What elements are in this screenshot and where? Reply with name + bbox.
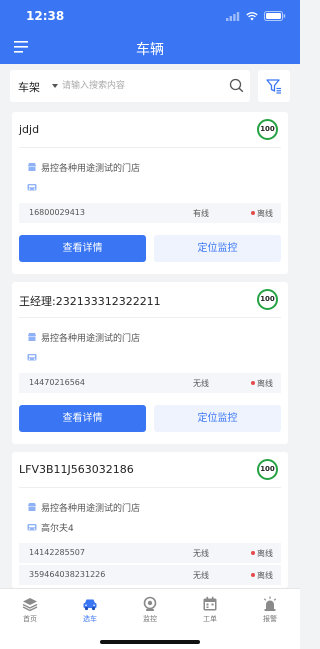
device-connection: 有线 <box>193 209 209 218</box>
car-icon <box>83 599 97 611</box>
device-connection: 无线 <box>193 571 209 580</box>
layers-icon <box>22 598 38 612</box>
device-row: 16800029413 有线 离线 <box>19 203 281 223</box>
status-dot <box>251 380 255 385</box>
battery-icon <box>264 11 286 21</box>
plate-line <box>27 180 41 194</box>
status-text: 离线 <box>257 549 273 558</box>
filter-button[interactable] <box>258 70 290 102</box>
tab-label: 监控 <box>143 615 157 623</box>
tab-alarm[interactable]: 报警 <box>240 589 300 629</box>
status-dot <box>251 572 255 577</box>
nav-bar: 车辆 <box>0 32 300 64</box>
calendar-icon <box>203 596 217 611</box>
divider <box>19 487 281 488</box>
tab-select-car[interactable]: 选车 <box>60 589 120 629</box>
wifi-icon <box>246 11 258 20</box>
store-name: 易控各种用途测试的门店 <box>41 163 141 174</box>
search-input[interactable] <box>62 74 222 98</box>
store-line: 易控各种用途测试的门店 <box>27 160 140 174</box>
tab-home[interactable]: 首页 <box>0 589 60 629</box>
score-badge: 100 <box>257 119 278 140</box>
device-status: 离线 <box>251 378 273 389</box>
view-details-button[interactable]: 查看详情 <box>19 405 146 432</box>
status-dot <box>251 550 255 555</box>
locate-monitor-button[interactable]: 定位监控 <box>154 235 281 262</box>
vehicle-title: 王经理:232133312322211 <box>19 295 161 308</box>
search-box: 车架 <box>10 70 250 102</box>
tab-monitor[interactable]: 监控 <box>120 589 180 629</box>
store-name: 易控各种用途测试的门店 <box>41 333 141 344</box>
filter-icon <box>266 79 281 94</box>
status-time: 12:38 <box>26 9 65 23</box>
locate-monitor-button[interactable]: 定位监控 <box>154 405 281 432</box>
status-bar: 12:38 <box>0 0 300 32</box>
car-icon <box>27 524 37 531</box>
device-id: 14142285507 <box>29 548 85 557</box>
store-line: 易控各种用途测试的门店 <box>27 500 140 514</box>
search-icon[interactable] <box>229 78 244 93</box>
vehicle-card[interactable]: LFV3B11J563032186 100 易控各种用途测试的门店 高尔夫4 1… <box>12 452 288 588</box>
status-icons <box>226 11 286 21</box>
device-row: 14470216564 无线 离线 <box>19 373 281 393</box>
home-indicator <box>100 640 200 644</box>
device-id: 359464038231226 <box>29 570 106 579</box>
device-status: 离线 <box>251 208 273 219</box>
tab-label: 首页 <box>23 615 37 623</box>
divider <box>19 147 281 148</box>
score-badge: 100 <box>257 289 278 310</box>
device-id: 16800029413 <box>29 208 85 217</box>
plate-text: 高尔夫4 <box>41 523 74 534</box>
device-row: 14142285507 无线 离线 <box>19 543 281 563</box>
tab-work-order[interactable]: 工单 <box>180 589 240 629</box>
camera-icon <box>143 596 157 611</box>
device-id: 14470216564 <box>29 378 85 387</box>
tab-label: 工单 <box>203 615 217 623</box>
vehicle-title: jdjd <box>19 123 40 136</box>
page-title: 车辆 <box>136 42 164 58</box>
score-badge: 100 <box>257 459 278 480</box>
car-icon <box>27 184 37 191</box>
car-icon <box>27 354 37 361</box>
device-connection: 无线 <box>193 379 209 388</box>
chevron-down-icon[interactable] <box>52 84 58 88</box>
device-connection: 无线 <box>193 549 209 558</box>
store-line: 易控各种用途测试的门店 <box>27 330 140 344</box>
device-status: 离线 <box>251 548 273 559</box>
store-icon <box>28 163 36 171</box>
search-type-select[interactable]: 车架 <box>18 79 40 95</box>
vehicle-title: LFV3B11J563032186 <box>19 463 134 476</box>
store-name: 易控各种用途测试的门店 <box>41 503 141 514</box>
store-icon <box>28 503 36 511</box>
alarm-icon <box>263 596 277 611</box>
plate-line <box>27 350 41 364</box>
plate-line: 高尔夫4 <box>27 520 74 534</box>
view-details-button[interactable]: 查看详情 <box>19 235 146 262</box>
signal-icon <box>226 11 240 21</box>
tab-label: 选车 <box>83 615 97 623</box>
store-icon <box>28 333 36 341</box>
tab-label: 报警 <box>263 615 277 623</box>
vehicle-card[interactable]: jdjd 100 易控各种用途测试的门店 16800029413 有线 离线 查… <box>12 112 288 274</box>
status-dot <box>251 210 255 215</box>
device-status: 离线 <box>251 570 273 581</box>
status-text: 离线 <box>257 379 273 388</box>
search-row: 车架 <box>10 70 290 102</box>
status-text: 离线 <box>257 571 273 580</box>
vehicle-card[interactable]: 王经理:232133312322211 100 易控各种用途测试的门店 1447… <box>12 282 288 444</box>
device-row: 359464038231226 无线 离线 <box>19 565 281 585</box>
divider <box>19 317 281 318</box>
status-text: 离线 <box>257 209 273 218</box>
